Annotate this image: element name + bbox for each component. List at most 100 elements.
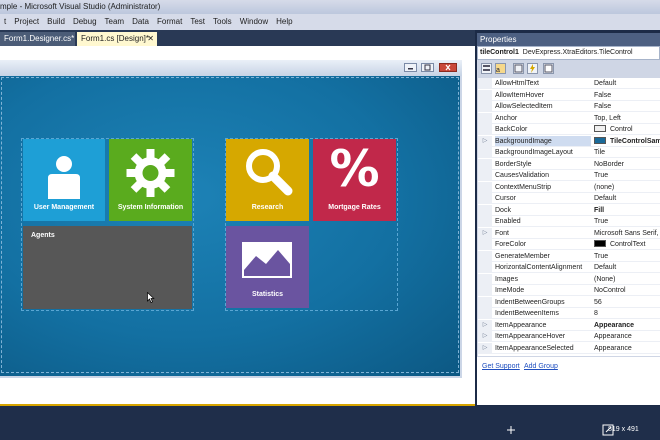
- property-row[interactable]: BackColor Control: [478, 124, 660, 135]
- close-tab-icon[interactable]: ✕: [147, 32, 154, 46]
- tile-statistics[interactable]: Statistics: [226, 226, 309, 308]
- property-name: AllowSelectedItem: [495, 103, 553, 110]
- property-value[interactable]: NoControl: [594, 285, 660, 295]
- property-row[interactable]: Images (None): [478, 273, 660, 285]
- property-row[interactable]: GenerateMember True: [478, 250, 660, 262]
- property-value[interactable]: False: [594, 90, 660, 100]
- menu-data[interactable]: Data: [128, 14, 153, 30]
- property-value[interactable]: Control: [594, 124, 660, 134]
- property-row[interactable]: Dock Fill: [478, 204, 660, 216]
- property-value[interactable]: True: [594, 170, 660, 180]
- minimize-icon[interactable]: [404, 63, 417, 72]
- add-group-link[interactable]: Add Group: [524, 363, 558, 370]
- property-row[interactable]: ▷ ItemAppearance Appearance: [478, 319, 660, 331]
- close-window-icon[interactable]: [439, 63, 457, 72]
- property-row[interactable]: ForeColor ControlText: [478, 239, 660, 250]
- menu-help[interactable]: Help: [272, 14, 296, 30]
- menu-file-partial[interactable]: t: [0, 14, 10, 30]
- expand-icon[interactable]: ▷: [478, 342, 492, 353]
- property-name: BorderStyle: [495, 160, 532, 168]
- menu-format[interactable]: Format: [153, 14, 186, 30]
- menu-test[interactable]: Test: [186, 14, 209, 30]
- property-name: BackgroundImageLayout: [495, 149, 573, 156]
- menu-team[interactable]: Team: [101, 14, 129, 30]
- events-icon[interactable]: [527, 63, 538, 74]
- property-value[interactable]: False: [594, 101, 660, 111]
- menu-tools[interactable]: Tools: [209, 14, 236, 30]
- position-icon: [507, 426, 515, 434]
- property-row[interactable]: IndentBetweenGroups 56: [478, 296, 660, 308]
- property-value[interactable]: (none): [594, 182, 660, 192]
- expand-icon[interactable]: ▷: [478, 227, 492, 238]
- tile-research[interactable]: Research: [226, 139, 309, 221]
- property-row[interactable]: ▷ BackgroundImage TileControlSam: [478, 135, 660, 147]
- property-row[interactable]: IndentBetweenItems 8: [478, 308, 660, 319]
- property-row[interactable]: ImeMode NoControl: [478, 285, 660, 296]
- property-row[interactable]: BackgroundImageLayout Tile: [478, 147, 660, 158]
- property-value[interactable]: Default: [594, 78, 660, 88]
- expand-icon[interactable]: ▷: [478, 135, 492, 146]
- property-value[interactable]: NoBorder: [594, 159, 660, 169]
- property-row[interactable]: ▷ ItemAppearanceHover Appearance: [478, 331, 660, 342]
- property-value[interactable]: Microsoft Sans Serif,: [594, 228, 660, 238]
- property-value[interactable]: 8: [594, 308, 660, 318]
- tab-form1-designer-cs[interactable]: Form1.Designer.cs*: [0, 32, 75, 46]
- property-row[interactable]: ContextMenuStrip (none): [478, 181, 660, 193]
- property-value[interactable]: Appearance: [594, 331, 660, 341]
- property-value[interactable]: ControlText: [594, 239, 660, 249]
- property-value[interactable]: 56: [594, 297, 660, 307]
- property-value[interactable]: Top, Left: [594, 113, 660, 123]
- property-value[interactable]: True: [594, 216, 660, 226]
- tile-system-information[interactable]: System Information: [109, 139, 192, 221]
- properties-icon[interactable]: [513, 63, 524, 74]
- property-row[interactable]: ▷ ItemAppearanceSelected Appearance: [478, 342, 660, 354]
- property-value[interactable]: (None): [594, 274, 660, 284]
- expand-icon[interactable]: ▷: [478, 319, 492, 330]
- property-row[interactable]: Anchor Top, Left: [478, 112, 660, 124]
- property-name: ItemAppearance: [495, 321, 547, 329]
- property-value[interactable]: Fill: [594, 205, 660, 215]
- property-value[interactable]: Default: [594, 193, 660, 203]
- status-bar: [0, 406, 660, 440]
- property-value-text: False: [594, 91, 612, 99]
- property-row[interactable]: BorderStyle NoBorder: [478, 158, 660, 170]
- categorized-icon[interactable]: [481, 63, 492, 74]
- property-row[interactable]: AllowSelectedItem False: [478, 101, 660, 112]
- property-row[interactable]: Cursor Default: [478, 193, 660, 204]
- properties-object-selector[interactable]: tileControl1 DevExpress.XtraEditors.Tile…: [477, 46, 660, 60]
- property-row[interactable]: Enabled True: [478, 216, 660, 227]
- property-row[interactable]: ▷ Font Microsoft Sans Serif,: [478, 227, 660, 239]
- property-value[interactable]: Tile: [594, 147, 660, 157]
- tile-agents[interactable]: Agents: [23, 226, 192, 309]
- property-name: Cursor: [495, 195, 517, 202]
- alphabetical-icon[interactable]: a: [495, 63, 506, 74]
- expand-icon[interactable]: ▷: [478, 331, 492, 341]
- property-name: HorizontalContentAlignment: [495, 264, 583, 271]
- property-value[interactable]: Appearance: [594, 343, 660, 353]
- menu-build[interactable]: Build: [43, 14, 69, 30]
- expand-icon: [478, 112, 492, 123]
- tab-form1-design[interactable]: Form1.cs [Design]* ✕: [77, 32, 157, 46]
- menu-debug[interactable]: Debug: [69, 14, 101, 30]
- property-value[interactable]: Appearance: [594, 320, 660, 330]
- menu-window[interactable]: Window: [236, 14, 272, 30]
- expand-icon: [478, 308, 492, 318]
- property-row[interactable]: AllowHtmlText Default: [478, 78, 660, 89]
- property-row[interactable]: HorizontalContentAlignment Default: [478, 262, 660, 273]
- property-value-text: Appearance: [594, 344, 632, 352]
- property-value-text: Control: [610, 126, 633, 133]
- property-row[interactable]: CausesValidation True: [478, 170, 660, 181]
- tile-user-management[interactable]: User Management: [23, 139, 105, 221]
- menu-project[interactable]: Project: [10, 14, 43, 30]
- get-support-link[interactable]: Get Support: [482, 363, 520, 370]
- property-name: ImeMode: [495, 287, 525, 294]
- property-value[interactable]: TileControlSam: [594, 136, 660, 146]
- property-row[interactable]: AllowItemHover False: [478, 89, 660, 101]
- maximize-icon[interactable]: [421, 63, 434, 72]
- property-pages-icon[interactable]: [543, 63, 554, 74]
- property-value[interactable]: True: [594, 251, 660, 261]
- expand-icon: [478, 147, 492, 157]
- property-value[interactable]: Default: [594, 262, 660, 272]
- tile-mortgage-rates[interactable]: % Mortgage Rates: [313, 139, 396, 221]
- user-icon: [48, 156, 80, 199]
